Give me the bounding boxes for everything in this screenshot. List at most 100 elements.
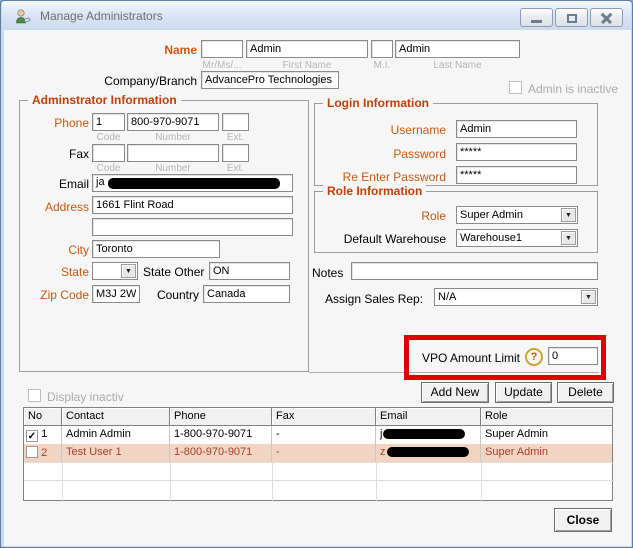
row-checkbox[interactable]: ✓ [26, 430, 38, 442]
company-branch-label: Company/Branch [64, 74, 197, 88]
col-header-email[interactable]: Email [376, 408, 481, 426]
maximize-icon [567, 14, 577, 23]
state-other-field[interactable] [209, 262, 290, 280]
role-label: Role [334, 209, 446, 223]
city-field[interactable] [92, 240, 220, 258]
assign-sales-rep-label: Assign Sales Rep: [325, 292, 423, 306]
administrator-information-title: Adminstrator Information [28, 93, 181, 107]
phone-code-field[interactable] [92, 113, 125, 131]
first-name-field[interactable] [246, 40, 368, 58]
phone-ext-field[interactable] [222, 113, 249, 131]
country-label: Country [143, 288, 199, 302]
close-window-button[interactable] [590, 8, 623, 27]
app-person-icon [14, 8, 31, 25]
row-role: Super Admin [481, 426, 612, 444]
row-checkbox[interactable] [26, 446, 38, 458]
phone-number-sublabel: Number [127, 132, 219, 143]
close-button[interactable]: Close [554, 508, 612, 532]
role-dropdown-arrow-icon[interactable]: ▼ [561, 208, 576, 222]
row-fax: - [272, 426, 376, 444]
row-phone: 1-800-970-9071 [170, 426, 272, 444]
title-field[interactable] [201, 40, 243, 58]
delete-button[interactable]: Delete [557, 382, 614, 403]
login-information-title: Login Information [323, 96, 433, 110]
role-value: Super Admin [460, 209, 523, 221]
assign-sales-rep-value: N/A [438, 291, 456, 303]
row-contact: Test User 1 [62, 444, 170, 462]
assign-sales-rep-dropdown[interactable]: N/A ▼ [434, 288, 598, 306]
first-name-sublabel: First Name [246, 60, 368, 71]
address-label: Address [29, 200, 89, 214]
title-sublabel: Mr/Ms/... [201, 60, 243, 71]
role-information-title: Role Information [323, 184, 426, 198]
email-redaction-bar [383, 429, 465, 439]
name-label: Name [124, 43, 197, 57]
row-role: Super Admin [481, 444, 612, 462]
username-label: Username [334, 123, 446, 137]
role-dropdown[interactable]: Super Admin ▼ [456, 206, 578, 224]
col-header-role[interactable]: Role [481, 408, 612, 426]
admin-inactive-checkbox[interactable] [509, 81, 522, 94]
last-name-sublabel: Last Name [395, 60, 520, 71]
default-warehouse-value: Warehouse1 [460, 232, 522, 244]
update-button[interactable]: Update [495, 382, 552, 403]
col-header-contact[interactable]: Contact [62, 408, 170, 426]
email-field[interactable]: ja [92, 174, 293, 192]
dialog-body: Name Mr/Ms/... First Name M.I. Last Name… [4, 30, 631, 546]
row-phone: 1-800-970-9071 [170, 444, 272, 462]
vpo-amount-limit-field[interactable] [548, 347, 598, 365]
warehouse-dropdown-arrow-icon[interactable]: ▼ [561, 231, 576, 245]
default-warehouse-label: Default Warehouse [326, 232, 446, 246]
zip-code-label: Zip Code [29, 288, 89, 302]
col-header-no[interactable]: No [24, 408, 62, 426]
fax-ext-sublabel: Ext. [222, 163, 249, 174]
state-other-label: State Other [143, 265, 204, 279]
fax-ext-field[interactable] [222, 144, 249, 162]
sales-rep-dropdown-arrow-icon[interactable]: ▼ [581, 290, 596, 304]
notes-field[interactable] [351, 262, 598, 280]
fax-number-field[interactable] [127, 144, 219, 162]
email-visible-prefix: ja [96, 176, 105, 188]
fax-code-field[interactable] [92, 144, 125, 162]
row-fax: - [272, 444, 376, 462]
row-number: 2 [41, 447, 47, 459]
address-line2-field[interactable] [92, 218, 293, 236]
phone-code-sublabel: Code [92, 132, 125, 143]
default-warehouse-dropdown[interactable]: Warehouse1 ▼ [456, 229, 578, 247]
minimize-button[interactable] [520, 8, 553, 27]
notes-label: Notes [312, 266, 343, 280]
col-header-phone[interactable]: Phone [170, 408, 272, 426]
username-field[interactable] [456, 120, 577, 138]
country-field[interactable] [203, 285, 290, 303]
fax-label: Fax [39, 147, 89, 161]
minimize-icon [531, 20, 542, 23]
phone-ext-sublabel: Ext. [222, 132, 249, 143]
col-header-fax[interactable]: Fax [272, 408, 376, 426]
title-bar[interactable]: Manage Administrators [2, 1, 631, 30]
display-inactive-checkbox[interactable] [28, 389, 41, 402]
window-title: Manage Administrators [40, 9, 163, 23]
state-dropdown-arrow-icon[interactable]: ▼ [121, 264, 136, 278]
email-redaction-bar [108, 178, 280, 189]
password-field[interactable] [456, 143, 577, 161]
zip-code-field[interactable] [92, 285, 140, 303]
address-line1-field[interactable] [92, 196, 293, 214]
display-inactive-label: Display inactiv [47, 390, 124, 404]
password-label: Password [334, 147, 446, 161]
state-label: State [39, 265, 89, 279]
row-number: 1 [41, 428, 47, 440]
vpo-amount-limit-label: VPO Amount Limit [414, 351, 520, 365]
state-dropdown[interactable]: ▼ [92, 262, 138, 280]
manage-administrators-window: Manage Administrators Name Mr/Ms/... Fir… [0, 0, 633, 548]
middle-initial-field[interactable] [371, 40, 393, 58]
admin-inactive-label: Admin is inactive [528, 82, 618, 96]
fax-code-sublabel: Code [92, 163, 125, 174]
reenter-password-field[interactable] [456, 166, 577, 184]
last-name-field[interactable] [395, 40, 520, 58]
add-new-button[interactable]: Add New [421, 382, 489, 403]
phone-label: Phone [39, 116, 89, 130]
maximize-button[interactable] [555, 8, 588, 27]
company-branch-field[interactable] [201, 71, 339, 89]
help-icon[interactable]: ? [525, 348, 543, 366]
phone-number-field[interactable] [127, 113, 219, 131]
